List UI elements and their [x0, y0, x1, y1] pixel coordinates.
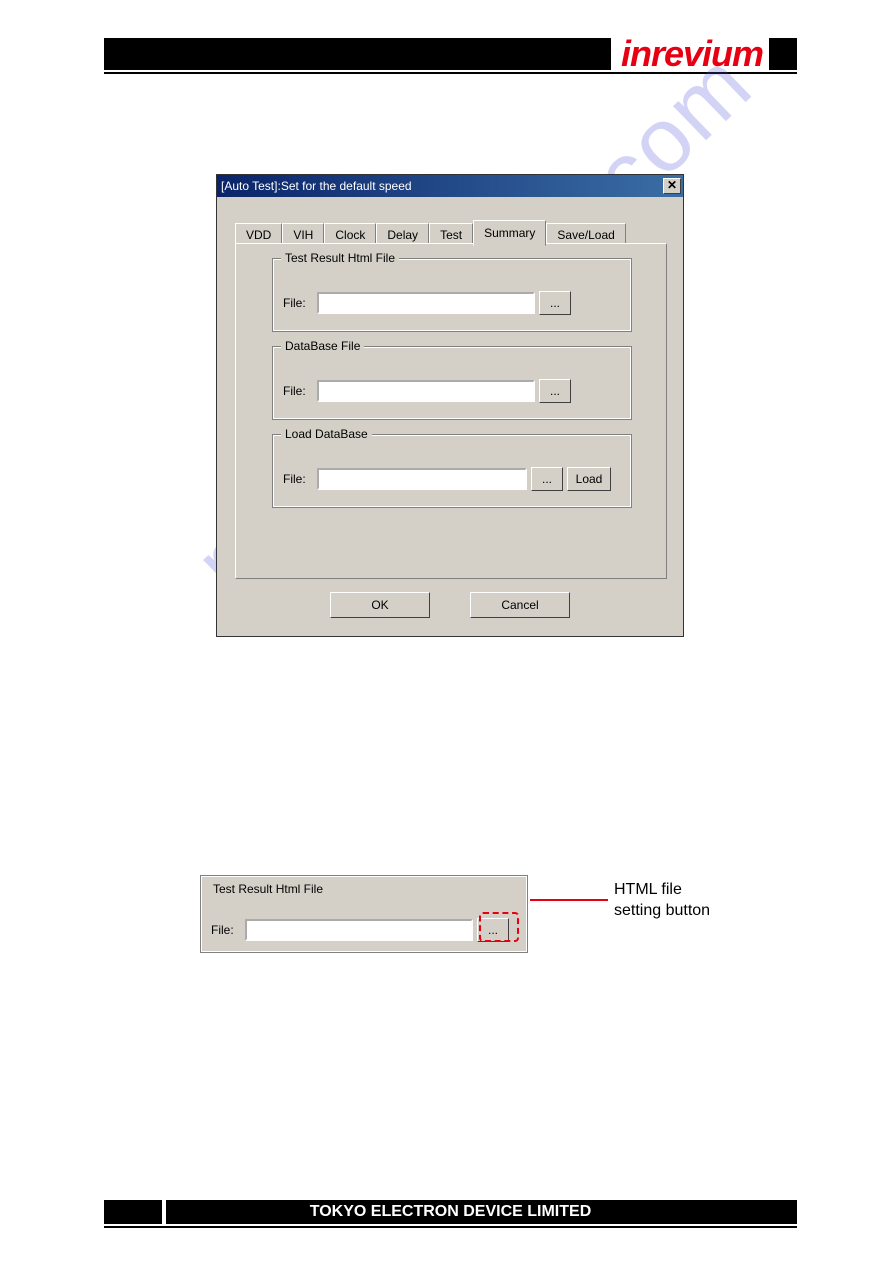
file-row: File: ...: [283, 379, 571, 403]
tab-summary[interactable]: Summary: [473, 220, 546, 246]
group-legend: Load DataBase: [281, 427, 372, 441]
tab-strip: VDD VIH Clock Delay Test Summary Save/Lo…: [235, 219, 667, 245]
tab-panel-summary: Test Result Html File File: ... DataBase…: [235, 243, 667, 579]
group-load-database: Load DataBase File: ... Load: [272, 434, 632, 508]
tab-vih[interactable]: VIH: [282, 223, 324, 245]
file-row: File: ...: [211, 918, 509, 942]
cancel-button[interactable]: Cancel: [470, 592, 570, 618]
db-file-browse-button[interactable]: ...: [539, 379, 571, 403]
tab-saveload[interactable]: Save/Load: [546, 223, 625, 245]
ok-button[interactable]: OK: [330, 592, 430, 618]
tab-test[interactable]: Test: [429, 223, 473, 245]
dialog-titlebar: [Auto Test]:Set for the default speed ✕: [217, 175, 683, 197]
callout-annotation: HTML filesetting button: [614, 880, 710, 922]
group-legend: Test Result Html File: [209, 882, 327, 896]
load-db-browse-button[interactable]: ...: [531, 467, 563, 491]
group-database-file: DataBase File File: ...: [272, 346, 632, 420]
db-file-input[interactable]: [317, 380, 535, 402]
file-label: File:: [283, 472, 313, 486]
file-label: File:: [211, 923, 241, 937]
group-legend: DataBase File: [281, 339, 364, 353]
dialog-title: [Auto Test]:Set for the default speed: [221, 179, 663, 193]
load-db-file-input[interactable]: [317, 468, 527, 490]
callout-browse-button[interactable]: ...: [477, 918, 509, 942]
callout-file-input[interactable]: [245, 919, 473, 941]
file-row: File: ...: [283, 291, 571, 315]
footer-underline: [104, 1226, 797, 1228]
file-row: File: ... Load: [283, 467, 611, 491]
page-header: inrevium: [104, 38, 797, 70]
auto-test-dialog: [Auto Test]:Set for the default speed ✕ …: [216, 174, 684, 637]
tab-vdd[interactable]: VDD: [235, 223, 282, 245]
callout-panel: Test Result Html File File: ...: [200, 875, 528, 953]
callout-leader-line: [530, 899, 608, 901]
footer-company: TOKYO ELECTRON DEVICE LIMITED: [310, 1203, 592, 1220]
html-file-input[interactable]: [317, 292, 535, 314]
file-label: File:: [283, 296, 313, 310]
dialog-button-row: OK Cancel: [217, 592, 683, 618]
header-black-bar-right: [769, 38, 797, 70]
html-file-browse-button[interactable]: ...: [539, 291, 571, 315]
group-test-result-html: Test Result Html File File: ...: [272, 258, 632, 332]
header-underline: [104, 72, 797, 74]
brand-logo: inrevium: [611, 38, 769, 70]
header-black-bar: [104, 38, 611, 70]
page-footer: TOKYO ELECTRON DEVICE LIMITED: [104, 1200, 797, 1224]
group-legend: Test Result Html File: [281, 251, 399, 265]
load-button[interactable]: Load: [567, 467, 611, 491]
file-label: File:: [283, 384, 313, 398]
tab-clock[interactable]: Clock: [324, 223, 376, 245]
close-button[interactable]: ✕: [663, 178, 681, 194]
tab-delay[interactable]: Delay: [376, 223, 429, 245]
